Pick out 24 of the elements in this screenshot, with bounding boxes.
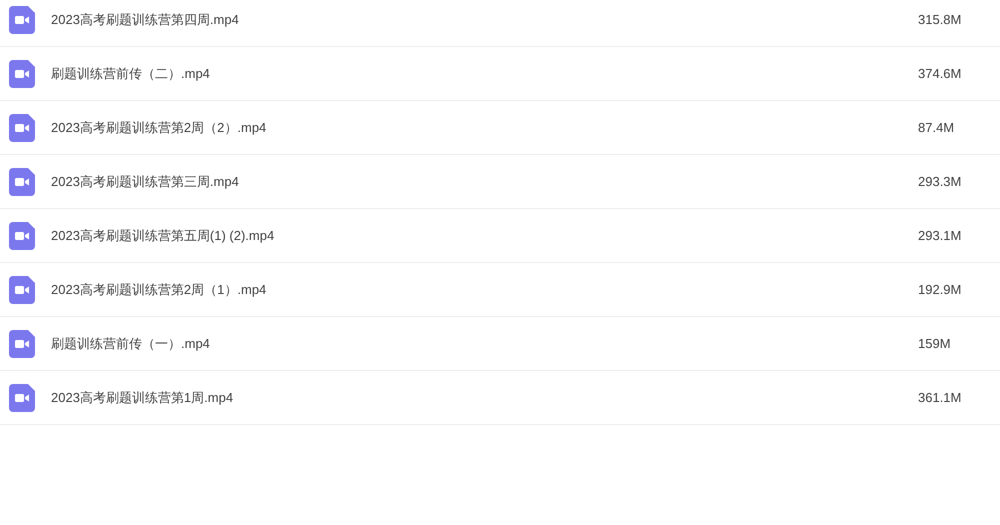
file-size: 192.9M: [918, 282, 962, 297]
file-size: 315.8M: [918, 12, 962, 27]
file-size: 361.1M: [918, 390, 962, 405]
video-file-icon: [9, 60, 35, 88]
video-file-icon: [9, 222, 35, 250]
file-name[interactable]: 2023高考刷题训练营第1周.mp4: [51, 388, 918, 406]
file-size: 374.6M: [918, 66, 962, 81]
file-name[interactable]: 2023高考刷题训练营第三周.mp4: [51, 172, 918, 190]
file-name[interactable]: 刷题训练营前传（一）.mp4: [51, 334, 918, 352]
file-name[interactable]: 2023高考刷题训练营第2周（2）.mp4: [51, 118, 918, 136]
video-file-icon: [9, 330, 35, 358]
file-name[interactable]: 2023高考刷题训练营第四周.mp4: [51, 10, 918, 28]
video-file-icon: [9, 168, 35, 196]
video-file-icon: [9, 276, 35, 304]
file-size: 293.3M: [918, 174, 962, 189]
file-size: 293.1M: [918, 228, 962, 243]
video-file-icon: [9, 114, 35, 142]
file-name[interactable]: 2023高考刷题训练营第2周（1）.mp4: [51, 280, 918, 298]
file-size: 159M: [918, 336, 952, 351]
file-name[interactable]: 2023高考刷题训练营第五周(1) (2).mp4: [51, 226, 918, 244]
video-file-icon: [9, 384, 35, 412]
file-size: 87.4M: [918, 120, 956, 135]
video-file-icon: [9, 6, 35, 34]
file-name[interactable]: 刷题训练营前传（二）.mp4: [51, 64, 918, 82]
